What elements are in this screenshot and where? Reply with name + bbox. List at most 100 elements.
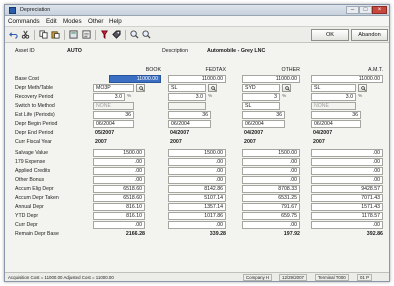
curr-other[interactable]: .00 [242, 221, 300, 229]
paste-icon[interactable] [51, 30, 60, 39]
exp179-book[interactable]: .00 [93, 158, 145, 166]
annual-other[interactable]: 791.67 [242, 203, 300, 211]
menu-bar: Commands Edit Modes Other Help [5, 16, 389, 27]
row-label-bonus: Other Bonus [15, 177, 45, 183]
exp179-fedtax[interactable]: .00 [168, 158, 226, 166]
title-bar: Depreciation – □ × [5, 5, 389, 16]
recovery-fedtax[interactable]: 3.0 [168, 93, 206, 101]
salvage-other[interactable]: 1500.00 [242, 149, 300, 157]
credits-other[interactable]: .00 [242, 167, 300, 175]
annual-fedtax[interactable]: 1357.14 [168, 203, 226, 211]
exp179-amt[interactable]: .00 [311, 158, 383, 166]
method-amt-lookup-icon[interactable] [358, 84, 367, 92]
abandon-button[interactable]: Abandon [351, 29, 388, 41]
begin-other[interactable]: 06/2004 [242, 120, 285, 128]
accum-taken-amt[interactable]: 7071.43 [311, 194, 383, 202]
method-other[interactable]: SYD [242, 84, 280, 92]
annual-book[interactable]: 816.10 [93, 203, 145, 211]
tag-icon[interactable] [112, 30, 121, 39]
curr-amt[interactable]: .00 [311, 221, 383, 229]
accum-elig-other[interactable]: 8708.33 [242, 185, 300, 193]
credits-amt[interactable]: .00 [311, 167, 383, 175]
menu-modes[interactable]: Modes [63, 18, 82, 25]
switch-book[interactable]: NONE [93, 102, 134, 110]
base-cost-book[interactable]: 11000.00 [109, 75, 161, 83]
method-fedtax-lookup-icon[interactable] [208, 84, 217, 92]
switch-amt[interactable]: NONE [311, 102, 356, 110]
ytd-fedtax[interactable]: 1017.86 [168, 212, 226, 220]
description-value: Automobile - Grey LNC [207, 48, 266, 54]
filter-icon[interactable] [100, 30, 109, 39]
method-fedtax[interactable]: SL [168, 84, 206, 92]
method-amt[interactable]: SL [311, 84, 356, 92]
ytd-other[interactable]: 659.75 [242, 212, 300, 220]
ok-button[interactable]: OK [311, 29, 349, 41]
bonus-amt[interactable]: .00 [311, 176, 383, 184]
method-other-lookup-icon[interactable] [282, 84, 291, 92]
begin-fedtax[interactable]: 06/2004 [168, 120, 211, 128]
method-book-lookup-icon[interactable] [136, 84, 145, 92]
base-cost-other[interactable]: 11000.00 [242, 75, 300, 83]
close-icon[interactable]: × [372, 6, 387, 14]
begin-amt[interactable]: 06/2004 [311, 120, 361, 128]
recovery-other[interactable]: 3 [242, 93, 280, 101]
exp179-other[interactable]: .00 [242, 158, 300, 166]
ytd-book[interactable]: 816.10 [93, 212, 145, 220]
accum-taken-book[interactable]: 6518.60 [93, 194, 145, 202]
credits-book[interactable]: .00 [93, 167, 145, 175]
salvage-fedtax[interactable]: 1500.00 [168, 149, 226, 157]
est-life-book[interactable]: 36 [93, 111, 134, 119]
menu-help[interactable]: Help [109, 18, 122, 25]
credits-fedtax[interactable]: .00 [168, 167, 226, 175]
end-other: 04/2007 [244, 130, 264, 136]
notes-icon[interactable] [82, 30, 91, 39]
row-label-curr: Curr Depr [15, 222, 38, 228]
calculator-icon[interactable] [69, 30, 78, 39]
toolbar-separator [64, 30, 65, 40]
menu-other[interactable]: Other [88, 18, 103, 25]
est-life-amt[interactable]: 36 [311, 111, 361, 119]
recovery-amt[interactable]: 3.0 [311, 93, 356, 101]
accum-taken-fedtax[interactable]: 5107.14 [168, 194, 226, 202]
asset-id-label: Asset ID [15, 48, 35, 54]
remain-book: 2166.28 [125, 231, 145, 237]
base-cost-fedtax[interactable]: 11000.00 [168, 75, 226, 83]
row-label-credits: Applied Credits [15, 168, 51, 174]
copy-icon[interactable] [39, 30, 48, 39]
accum-taken-other[interactable]: 6531.25 [242, 194, 300, 202]
minimize-icon[interactable]: – [346, 6, 359, 14]
accum-elig-amt[interactable]: 9428.57 [311, 185, 383, 193]
est-life-other[interactable]: 36 [242, 111, 285, 119]
remain-other: 197.92 [283, 231, 300, 237]
accum-elig-fedtax[interactable]: 8142.86 [168, 185, 226, 193]
accum-elig-book[interactable]: 6518.60 [93, 185, 145, 193]
base-cost-amt[interactable]: 11000.00 [311, 75, 383, 83]
annual-amt[interactable]: 1571.43 [311, 203, 383, 211]
ytd-amt[interactable]: 1178.57 [311, 212, 383, 220]
search-icon[interactable] [142, 30, 151, 39]
curr-book[interactable]: .00 [93, 221, 145, 229]
asset-id-value: AUTO [67, 48, 82, 54]
salvage-amt[interactable]: .00 [311, 149, 383, 157]
method-book[interactable]: MO3P [93, 84, 134, 92]
bonus-fedtax[interactable]: .00 [168, 176, 226, 184]
undo-icon[interactable] [9, 30, 18, 39]
cut-icon[interactable] [21, 30, 30, 39]
switch-fedtax[interactable] [168, 102, 206, 110]
menu-commands[interactable]: Commands [8, 18, 40, 25]
recovery-other-unit: % [282, 94, 287, 99]
recovery-book[interactable]: 3.0 [93, 93, 125, 101]
begin-book[interactable]: 06/2004 [93, 120, 134, 128]
row-label-end: Depr End Period [15, 130, 54, 136]
zoom-in-icon[interactable] [130, 30, 139, 39]
column-header-book: BOOK [145, 67, 161, 73]
salvage-book[interactable]: 1500.00 [93, 149, 145, 157]
est-life-fedtax[interactable]: 36 [168, 111, 211, 119]
bonus-book[interactable]: .00 [93, 176, 145, 184]
curr-fedtax[interactable]: .00 [168, 221, 226, 229]
menu-edit[interactable]: Edit [46, 18, 57, 25]
bonus-other[interactable]: .00 [242, 176, 300, 184]
switch-other[interactable]: SL [242, 102, 280, 110]
maximize-icon[interactable]: □ [359, 6, 372, 14]
row-label-accum-taken: Accum Depr Taken [15, 195, 59, 201]
